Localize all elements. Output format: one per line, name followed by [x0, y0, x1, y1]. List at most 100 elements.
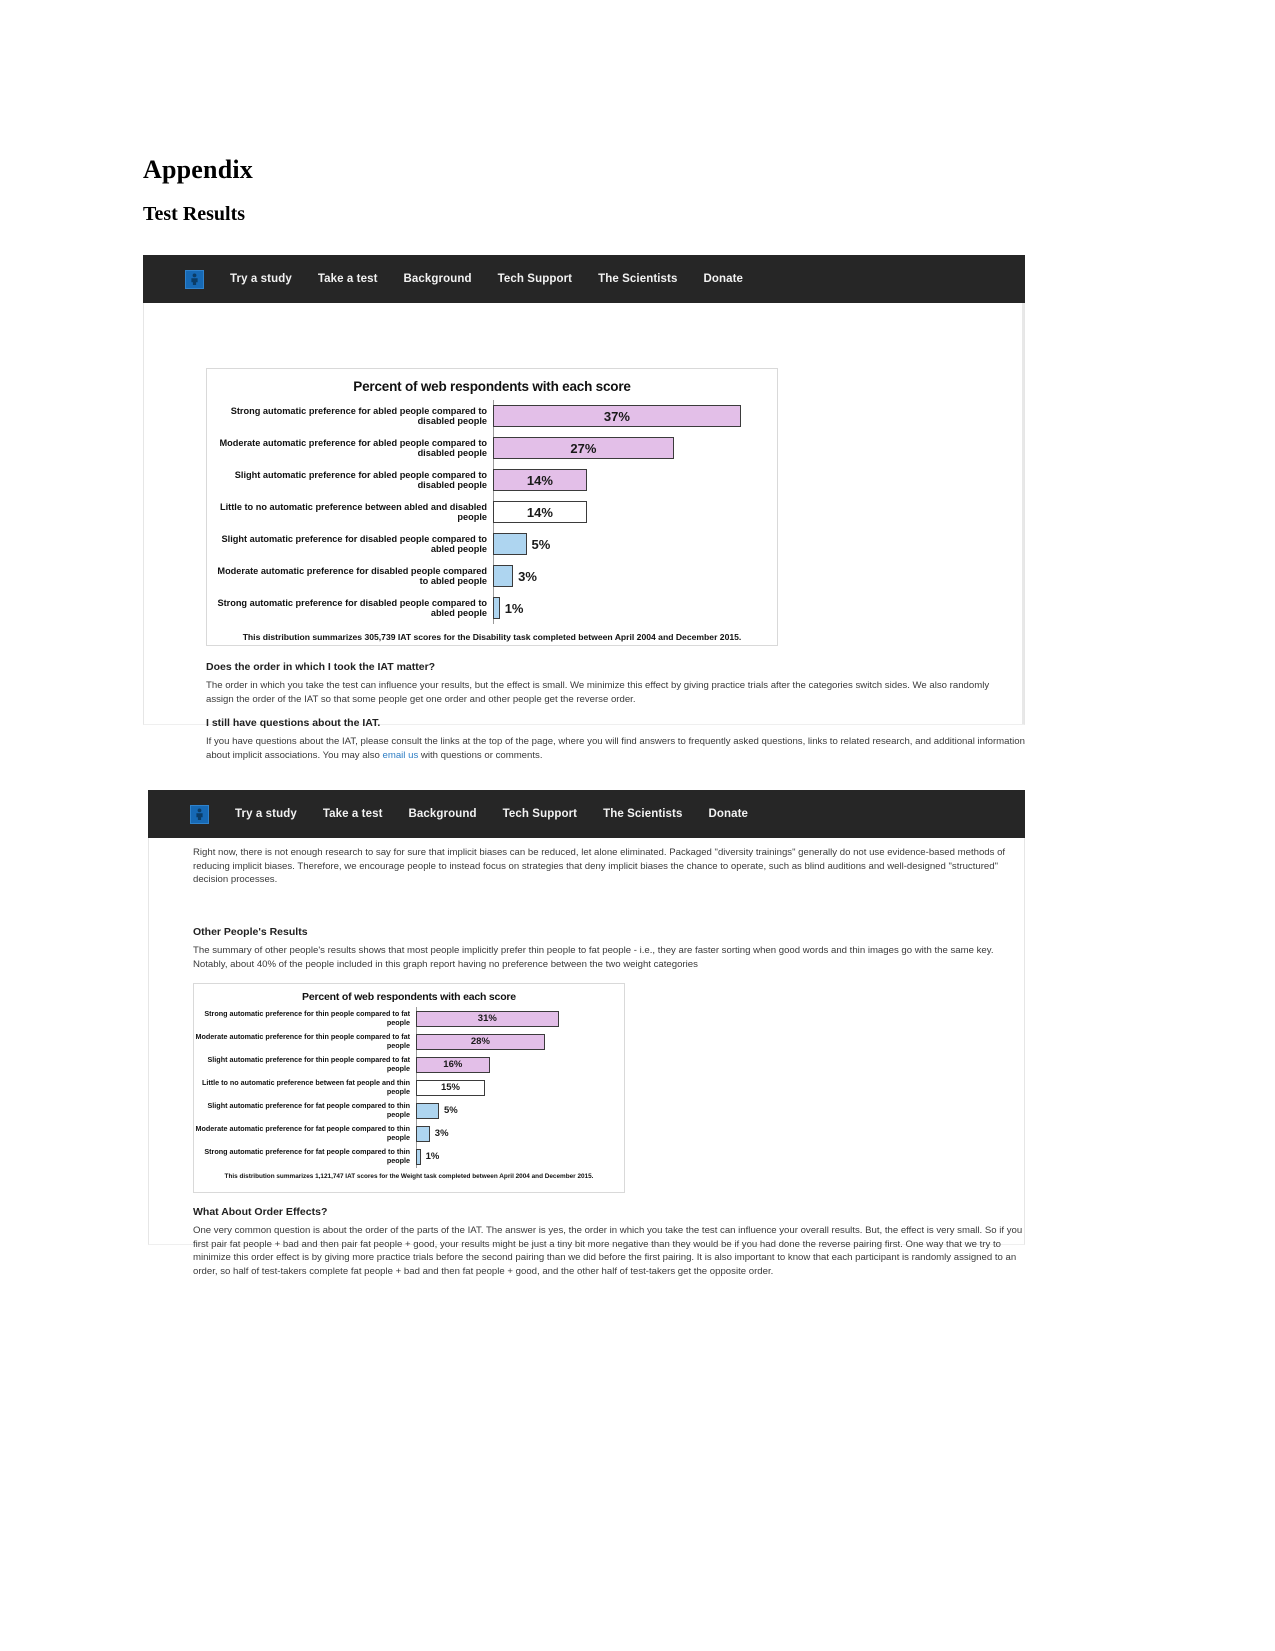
- chart-title: Percent of web respondents with each sco…: [353, 379, 631, 394]
- chart-bar: 15%: [416, 1079, 485, 1096]
- chart-bar-track: 5%: [416, 1099, 624, 1122]
- chart-row: Strong automatic preference for disabled…: [207, 592, 777, 624]
- chart-bar-value: 27%: [570, 440, 597, 456]
- chart-category-label: Strong automatic preference for disabled…: [217, 597, 487, 618]
- paragraph-other-peoples-results: The summary of other people's results sh…: [193, 945, 994, 970]
- email-us-link[interactable]: email us: [383, 750, 419, 761]
- chart-plot-area: Strong automatic preference for thin peo…: [194, 1007, 624, 1168]
- nav-item-try-a-study[interactable]: Try a study: [230, 273, 292, 285]
- chart-bar-track: 28%: [416, 1030, 624, 1053]
- heading-order-effects: What About Order Effects?: [193, 1206, 328, 1218]
- chart-bar-track: 5%: [493, 528, 777, 560]
- nav-item-the-scientists[interactable]: The Scientists: [598, 273, 677, 285]
- nav-item-tech-support[interactable]: Tech Support: [503, 808, 577, 820]
- chart-bar-value: 15%: [440, 1082, 460, 1093]
- chart-bar-track: 37%: [493, 400, 777, 432]
- nav-item-background[interactable]: Background: [404, 273, 472, 285]
- nav-item-the-scientists[interactable]: The Scientists: [603, 808, 682, 820]
- chart-bar: 16%: [416, 1056, 490, 1073]
- chart-bar-value: 14%: [526, 504, 553, 520]
- chart-footnote: This distribution summarizes 305,739 IAT…: [242, 632, 742, 642]
- chart-bar-value: 37%: [603, 408, 630, 424]
- chart-bar-value: 3%: [518, 568, 537, 584]
- chart-bar-track: 1%: [416, 1145, 624, 1168]
- chart-bar-value: 1%: [504, 600, 524, 616]
- chart-bar: 1%: [416, 1148, 439, 1165]
- chart-category-label: Little to no automatic preference betwee…: [201, 1078, 410, 1096]
- chart-category-label: Moderate automatic preference for fat pe…: [195, 1124, 410, 1142]
- chart-row: Strong automatic preference for thin peo…: [194, 1007, 624, 1030]
- nav-item-donate[interactable]: Donate: [708, 808, 748, 820]
- weight-iat-chart: Percent of web respondents with each sco…: [193, 983, 625, 1193]
- chart-row: Strong automatic preference for abled pe…: [207, 400, 777, 432]
- chart-row: Moderate automatic preference for fat pe…: [194, 1122, 624, 1145]
- chart-bar-track: 3%: [493, 560, 777, 592]
- nav-item-take-a-test[interactable]: Take a test: [323, 808, 383, 820]
- chart-bar-value: 3%: [434, 1128, 449, 1139]
- chart-row: Slight automatic preference for fat peop…: [194, 1099, 624, 1122]
- chart-category-label: Slight automatic preference for thin peo…: [207, 1055, 410, 1073]
- chart-bar: 3%: [416, 1125, 449, 1142]
- screenshot-block-two: Try a study Take a test Background Tech …: [148, 790, 1025, 1277]
- chart-bar-track: 15%: [416, 1076, 624, 1099]
- nav-item-donate[interactable]: Donate: [703, 273, 743, 285]
- nav-item-try-a-study[interactable]: Try a study: [235, 808, 297, 820]
- chart-bar: 31%: [416, 1010, 559, 1027]
- chart-category-label: Slight automatic preference for fat peop…: [207, 1101, 410, 1119]
- scroll-rail[interactable]: [1022, 303, 1024, 724]
- screenshot-two-content: Right now, there is not enough research …: [148, 838, 1025, 1277]
- project-implicit-logo-icon[interactable]: [190, 804, 209, 824]
- chart-bar: 5%: [493, 533, 550, 555]
- screenshot-block-one: Try a study Take a test Background Tech …: [143, 255, 1025, 761]
- chart-title: Percent of web respondents with each sco…: [302, 991, 516, 1003]
- paragraph-more-questions: If you have questions about the IAT, ple…: [206, 735, 1026, 762]
- chart-row: Moderate automatic preference for disabl…: [207, 560, 777, 592]
- chart-bar-value: 5%: [531, 536, 551, 552]
- chart-bar: 14%: [493, 469, 587, 491]
- disability-iat-chart: Percent of web respondents with each sco…: [206, 368, 778, 646]
- screenshot-one-content: Percent of web respondents with each sco…: [143, 303, 1025, 761]
- chart-bar-track: 14%: [493, 464, 777, 496]
- chart-row: Slight automatic preference for abled pe…: [207, 464, 777, 496]
- chart-bar-value: 31%: [477, 1013, 497, 1024]
- chart-bar-track: 31%: [416, 1007, 624, 1030]
- nav-item-tech-support[interactable]: Tech Support: [498, 273, 572, 285]
- chart-bar-value: 14%: [526, 472, 553, 488]
- nav-item-background[interactable]: Background: [409, 808, 477, 820]
- heading-other-peoples-results: Other People's Results: [193, 926, 308, 938]
- section-heading: Test Results: [143, 203, 246, 225]
- chart-bar: 3%: [493, 565, 537, 587]
- chart-bar-value: 5%: [444, 1105, 458, 1116]
- chart-row: Little to no automatic preference betwee…: [194, 1076, 624, 1099]
- heading-order-matter: Does the order in which I took the IAT m…: [206, 661, 436, 673]
- chart-bar: 1%: [493, 597, 523, 619]
- chart-category-label: Moderate automatic preference for thin p…: [195, 1032, 410, 1050]
- nav-item-take-a-test[interactable]: Take a test: [318, 273, 378, 285]
- paragraph-text-before-link: If you have questions about the IAT, ple…: [206, 736, 1025, 761]
- chart-bar: 5%: [416, 1102, 458, 1119]
- paragraph-text-after-link: with questions or comments.: [418, 749, 543, 761]
- chart-row: Strong automatic preference for fat peop…: [194, 1145, 624, 1168]
- chart-category-label: Slight automatic preference for abled pe…: [234, 469, 487, 490]
- chart-plot-area: Strong automatic preference for abled pe…: [207, 400, 777, 624]
- site-navbar-second: Try a study Take a test Background Tech …: [148, 790, 1025, 838]
- chart-row: Moderate automatic preference for abled …: [207, 432, 777, 464]
- chart-bar: 27%: [493, 437, 674, 459]
- chart-bar-track: 16%: [416, 1053, 624, 1076]
- chart-bar-value: 1%: [425, 1151, 440, 1162]
- chart-bar: 28%: [416, 1033, 545, 1050]
- chart-row: Little to no automatic preference betwee…: [207, 496, 777, 528]
- chart-bar-track: 14%: [493, 496, 777, 528]
- chart-footnote: This distribution summarizes 1,121,747 I…: [224, 1173, 594, 1180]
- chart-bar-track: 3%: [416, 1122, 624, 1145]
- paragraph-order-effects: One very common question is about the or…: [193, 1225, 1023, 1277]
- chart-category-label: Moderate automatic preference for abled …: [219, 437, 487, 458]
- paragraph-reducing-bias: Right now, there is not enough research …: [193, 847, 1006, 886]
- chart-category-label: Strong automatic preference for fat peop…: [204, 1147, 410, 1165]
- project-implicit-logo-icon[interactable]: [185, 269, 204, 289]
- chart-bar-track: 1%: [493, 592, 777, 624]
- chart-bar: 37%: [493, 405, 741, 427]
- chart-category-label: Strong automatic preference for thin peo…: [204, 1009, 410, 1027]
- chart-row: Slight automatic preference for disabled…: [207, 528, 777, 560]
- chart-bar-value: 16%: [443, 1059, 463, 1070]
